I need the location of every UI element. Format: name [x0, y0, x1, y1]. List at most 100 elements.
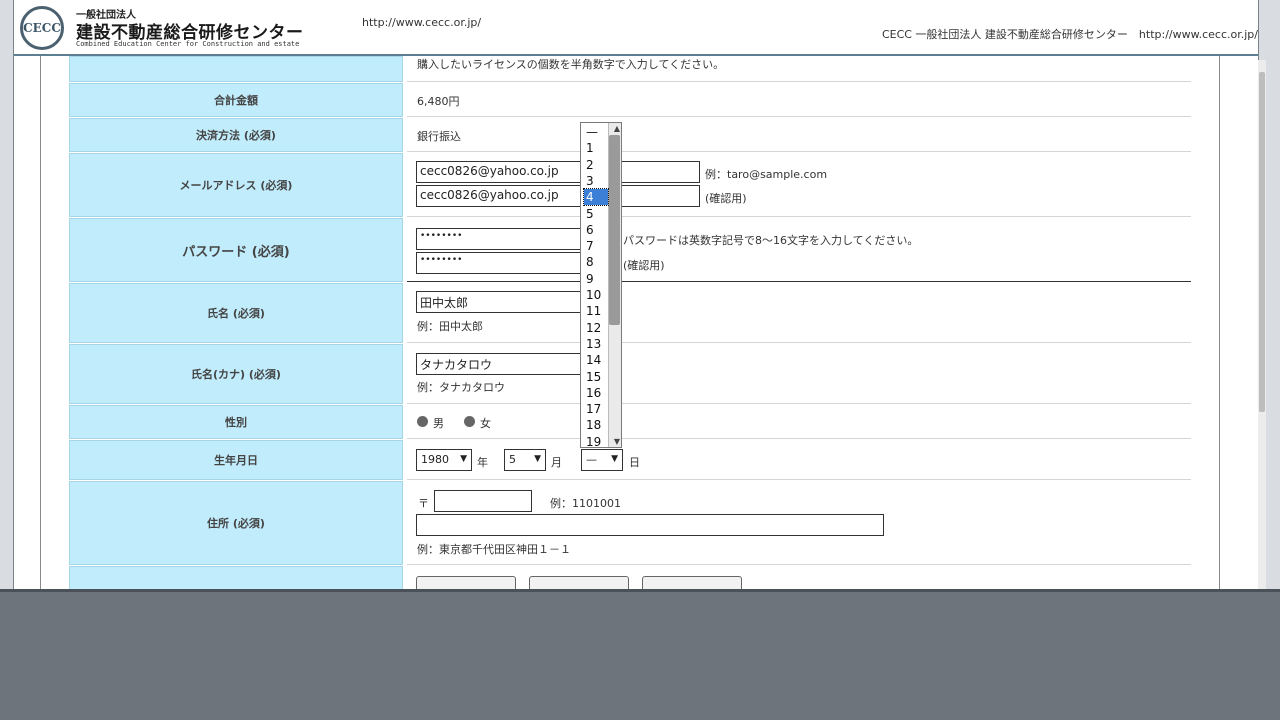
day-option[interactable]: 16	[584, 385, 608, 401]
email-confirm-note: (確認用)	[705, 192, 747, 205]
gender-male-radio[interactable]	[417, 416, 428, 427]
email-input[interactable]: cecc0826@yahoo.co.jp	[416, 161, 700, 183]
payment-value: 銀行振込	[417, 130, 461, 143]
address-value-cell: 〒 例：1101001 例：東京都千代田区神田１－１	[407, 481, 1191, 565]
day-option[interactable]: 6	[584, 222, 608, 238]
password-label: パスワード (必須)	[69, 218, 403, 282]
payment-row: 決済方法 (必須) 銀行振込	[41, 118, 1219, 152]
name-example: 例：田中太郎	[417, 320, 483, 333]
email-row: メールアドレス (必須) cecc0826@yahoo.co.jp 例：taro…	[41, 153, 1219, 217]
next-row	[41, 566, 1219, 589]
birth-year-value: 1980	[421, 453, 449, 466]
day-option[interactable]: 17	[584, 401, 608, 417]
day-option[interactable]: 12	[584, 320, 608, 336]
day-option[interactable]: 11	[584, 303, 608, 319]
browser-window: CECC 一般社団法人 建設不動産総合研修センター Combined Educa…	[0, 0, 1280, 592]
address-example: 例：東京都千代田区神田１－１	[417, 543, 571, 556]
password-row: パスワード (必須) •••••••• パスワードは英数字記号で8～16文字を入…	[41, 218, 1219, 282]
page-scrollbar-thumb[interactable]	[1259, 72, 1265, 412]
name-label: 氏名 (必須)	[69, 283, 403, 343]
name-input[interactable]: 田中太郎	[416, 291, 596, 313]
next-row-label-cell	[69, 566, 403, 589]
kana-input[interactable]: タナカタロウ	[416, 353, 596, 375]
window-frame-left	[0, 0, 14, 589]
day-option[interactable]: 10	[584, 287, 608, 303]
dropdown-scroll-thumb[interactable]	[609, 135, 620, 325]
total-label: 合計金額	[69, 83, 403, 117]
day-option[interactable]: 19	[584, 434, 608, 447]
day-option[interactable]: —	[584, 124, 608, 140]
password-value-cell: •••••••• パスワードは英数字記号で8～16文字を入力してください。 ••…	[407, 218, 1191, 282]
day-option[interactable]: 4	[583, 188, 609, 207]
next-row-value-cell	[407, 566, 1191, 589]
day-option[interactable]: 5	[584, 206, 608, 222]
email-value-cell: cecc0826@yahoo.co.jp 例：taro@sample.com c…	[407, 153, 1191, 217]
payment-label: 決済方法 (必須)	[69, 118, 403, 152]
gender-row: 性別 男 女	[41, 405, 1219, 439]
header-right-text: CECC 一般社団法人 建設不動産総合研修センター http://www.cec…	[881, 28, 1258, 41]
day-dropdown-list[interactable]: ▲ ▼ —1 2 3 4 5 6 7 8 9 10 11 12 13 14 15 16 17 18 19	[580, 122, 622, 448]
name-value-cell: 田中太郎 例：田中太郎	[407, 283, 1191, 343]
gender-value-cell: 男 女	[407, 405, 1191, 439]
day-option[interactable]: 8	[584, 254, 608, 270]
password-confirm-note: (確認用)	[623, 259, 665, 272]
chevron-down-icon: ▼	[611, 454, 618, 464]
password-note: パスワードは英数字記号で8～16文字を入力してください。	[623, 234, 919, 247]
day-option[interactable]: 9	[584, 271, 608, 287]
total-value-cell: 6,480円	[407, 83, 1191, 117]
birth-month-value: 5	[509, 453, 516, 466]
address-row: 住所 (必須) 〒 例：1101001 例：東京都千代田区神田１－１	[41, 481, 1219, 565]
postal-example: 例：1101001	[550, 497, 621, 510]
chevron-down-icon: ▼	[460, 454, 467, 464]
gender-female-radio[interactable]	[464, 416, 475, 427]
bottom-button-3[interactable]	[642, 576, 742, 589]
gender-male-label: 男	[433, 417, 444, 430]
gender-female-label: 女	[480, 417, 491, 430]
scroll-down-icon[interactable]: ▼	[614, 437, 620, 446]
license-row: 購入したいライセンスの個数を半角数字で入力してください。	[41, 56, 1219, 82]
day-option[interactable]: 18	[584, 417, 608, 433]
logo-icon[interactable]: CECC	[20, 6, 64, 50]
birth-day-value: —	[586, 453, 597, 466]
day-option[interactable]: 7	[584, 238, 608, 254]
birth-day-select[interactable]: — ▼	[581, 449, 623, 471]
day-option[interactable]: 1	[584, 140, 608, 156]
address-input[interactable]	[416, 514, 884, 536]
birth-month-select[interactable]: 5 ▼	[504, 449, 546, 471]
postal-code-input[interactable]	[434, 490, 532, 512]
birth-year-select[interactable]: 1980 ▼	[416, 449, 472, 471]
payment-value-cell: 銀行振込	[407, 118, 1191, 152]
license-label-cell	[69, 56, 403, 82]
bottom-button-2[interactable]	[529, 576, 629, 589]
logo-mark-text: CECC	[23, 21, 61, 35]
birthday-label: 生年月日	[69, 440, 403, 480]
license-note: 購入したいライセンスの個数を半角数字で入力してください。	[417, 58, 725, 71]
header-url: http://www.cecc.or.jp/	[362, 16, 482, 29]
kana-example: 例：タナカタロウ	[417, 381, 505, 394]
dropdown-scrollbar[interactable]: ▲ ▼	[608, 123, 621, 447]
birth-year-unit: 年	[477, 456, 488, 469]
email-confirm-input[interactable]: cecc0826@yahoo.co.jp	[416, 185, 700, 207]
logo-subtitle: Combined Education Center for Constructi…	[76, 40, 300, 48]
day-option[interactable]: 3	[584, 173, 608, 189]
birthday-row: 生年月日 1980 ▼ 年 5 ▼ 月 — ▼ 日	[41, 440, 1219, 480]
name-row: 氏名 (必須) 田中太郎 例：田中太郎	[41, 283, 1219, 343]
bottom-button-1[interactable]	[416, 576, 516, 589]
total-value: 6,480円	[417, 95, 460, 108]
email-example: 例：taro@sample.com	[705, 168, 828, 181]
postal-mark: 〒	[418, 497, 429, 510]
birth-month-unit: 月	[551, 456, 562, 469]
day-option[interactable]: 13	[584, 336, 608, 352]
scroll-up-icon[interactable]: ▲	[614, 124, 620, 133]
gender-label: 性別	[69, 405, 403, 439]
kana-value-cell: タナカタロウ 例：タナカタロウ	[407, 344, 1191, 404]
day-option[interactable]: 2	[584, 157, 608, 173]
site-header: CECC 一般社団法人 建設不動産総合研修センター Combined Educa…	[14, 0, 1258, 56]
form-content: 購入したいライセンスの個数を半角数字で入力してください。 合計金額 6,480円…	[40, 56, 1220, 589]
birth-day-unit: 日	[629, 456, 640, 469]
license-value-cell: 購入したいライセンスの個数を半角数字で入力してください。	[407, 56, 1191, 82]
day-option[interactable]: 14	[584, 352, 608, 368]
day-option[interactable]: 15	[584, 369, 608, 385]
total-row: 合計金額 6,480円	[41, 83, 1219, 117]
kana-row: 氏名(カナ) (必須) タナカタロウ 例：タナカタロウ	[41, 344, 1219, 404]
